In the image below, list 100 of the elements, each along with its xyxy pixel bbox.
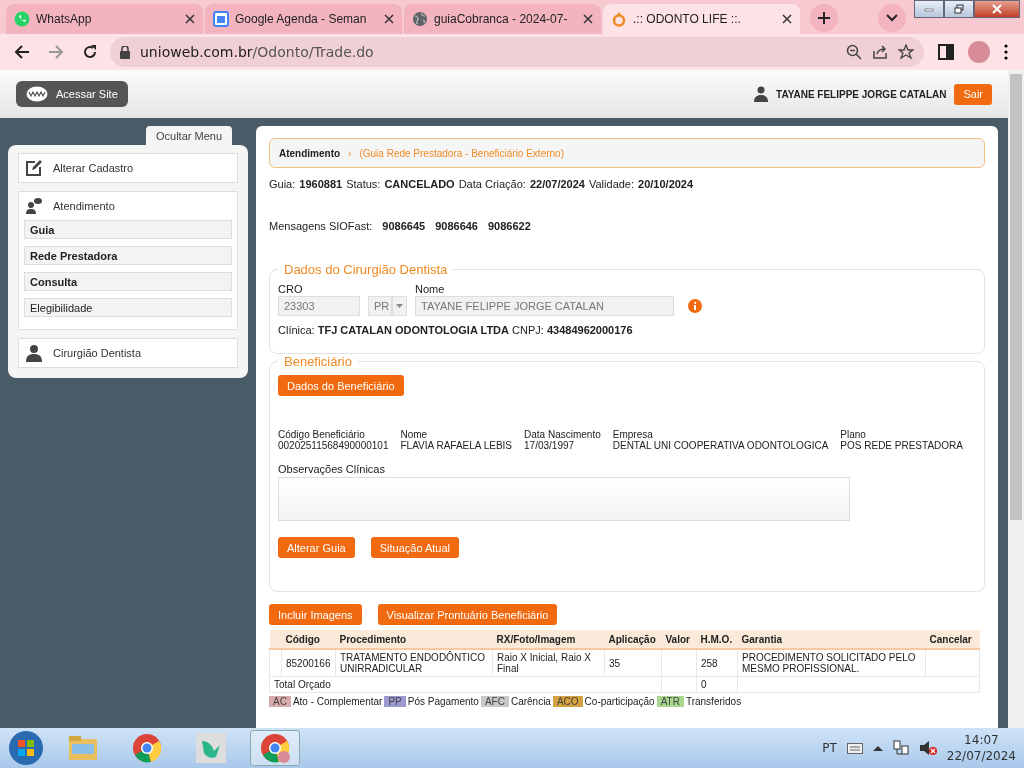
site-button[interactable]: Acessar Site [16,81,128,107]
forward-arrow-icon [48,44,64,60]
field-label: CNPJ: [512,324,544,336]
new-tab-button[interactable] [810,4,838,32]
globe-icon [412,11,428,27]
column-header: Procedimento [335,630,493,649]
table-cell: PROCEDIMENTO SOLICITADO PELO MESMO PROFISSIONAL. [737,649,926,677]
cnpj-value: 43484962000176 [546,324,633,336]
summary-value: CANCELADO [384,178,455,190]
tab-search-button[interactable] [878,4,906,32]
dropdown-caret-icon [396,304,403,308]
field-value: POS REDE PRESTADORA [840,440,963,451]
browser-tab[interactable]: Google Agenda - Seman [205,4,402,34]
language-indicator[interactable]: PT [822,741,837,755]
field-label: CRO [278,283,304,295]
reload-icon [82,44,98,60]
user-name: TAYANE FELIPPE JORGE CATALAN [776,88,947,100]
muted-speaker-icon[interactable] [918,740,937,756]
breadcrumb-separator: › [348,147,352,159]
browser-tab[interactable]: .:: ODONTO LIFE ::. [603,4,800,34]
table-cell: Raio X Inicial, Raio X Final [492,649,605,677]
table-cell: TRATAMENTO ENDODÔNTICO UNIRRADICULAR [335,649,493,677]
clock-date[interactable]: 22/07/2024 [946,748,1016,764]
browser-tab[interactable]: WhatsApp [6,4,203,34]
breadcrumb-section: Atendimento [279,147,341,159]
legend-label: Transferidos [685,696,742,707]
field-value: DENTAL UNI COOPERATIVA ODONTOLOGICA [612,440,829,451]
chevron-down-icon [886,14,898,22]
table-cell: 35 [604,649,662,677]
summary-value: 20/10/2024 [638,178,694,190]
back-arrow-icon [14,44,30,60]
ring-icon [611,11,627,27]
field-label: Nome [400,429,429,440]
start-button[interactable] [8,730,44,766]
field-label: Observações Clínicas [278,463,385,475]
legend-label: Co-participação [584,696,655,707]
share-icon[interactable] [872,44,888,60]
close-icon[interactable] [583,14,593,24]
column-header: Garantia [737,630,926,649]
hide-menu-tab[interactable]: Ocultar Menu [145,126,232,145]
total-label: Total Orçado [269,676,662,693]
legend-tag: AC [269,696,291,707]
section-title: Dados do Cirurgião Dentista [283,262,449,277]
close-icon[interactable] [185,14,195,24]
sidebar-item[interactable]: Cirurgião Dentista [19,339,237,367]
chevron-up-icon[interactable] [872,745,883,751]
globe-badge-icon [26,86,48,102]
user-icon [754,86,769,102]
address-bar[interactable]: unioweb.com.br/Odonto/Trade.do [110,37,924,67]
legend-label: Pós Pagamento [407,696,479,707]
column-header: Valor [661,630,697,649]
scrollbar[interactable] [1008,70,1024,728]
field-label: Nome [415,283,446,295]
submenu-item[interactable]: Guia [24,220,232,239]
side-panel-icon[interactable] [938,44,954,60]
zoom-out-icon[interactable] [846,44,862,60]
summary-label: Data Criação: [458,178,526,190]
restore-button[interactable] [944,0,974,18]
notes-field[interactable] [278,477,850,521]
sidebar-item[interactable]: Alterar Cadastro [19,154,237,182]
sidebar-item[interactable]: Atendimento [19,192,237,220]
keyboard-icon[interactable] [846,742,863,754]
column-header: Cancelar [925,630,980,649]
info-icon[interactable] [688,299,702,313]
table-cell: 85200166 [281,649,336,677]
table-cell: 258 [696,649,738,677]
breadcrumb-path: (Guia Rede Prestadora - Beneficiário Externo) [359,147,564,159]
menu-icon[interactable] [1004,44,1008,60]
minimize-button[interactable] [914,0,944,18]
summary-value: 1960881 [299,178,343,190]
legend-tag: ACO [552,696,583,707]
legend-label: Carência [510,696,551,707]
column-header: RX/Foto/Imagem [492,630,605,649]
close-icon[interactable] [782,14,792,24]
summary-label: Status: [346,178,381,190]
legend-tag: AFC [480,696,509,707]
edit-icon [25,159,43,177]
summary-label: Guia: [269,178,296,190]
field-label: Plano [840,429,867,440]
close-button[interactable] [974,0,1020,18]
network-icon[interactable] [892,740,909,756]
close-icon[interactable] [384,14,394,24]
calendar-icon [213,11,229,27]
section-title: Beneficiário [283,354,353,369]
cro-field[interactable]: 23303 [278,296,360,316]
summary-label: Validade: [589,178,635,190]
restore-icon [954,4,964,14]
message-code: 9086645 [382,220,426,232]
browser-tab[interactable]: guiaCobranca - 2024-07- [404,4,601,34]
submenu-item[interactable]: Rede Prestadora [24,246,232,265]
plus-icon [817,11,831,25]
taskbar-browser-icon[interactable] [250,730,300,766]
submenu-item[interactable]: Elegibilidade [24,298,232,317]
name-field[interactable]: TAYANE FELIPPE JORGE CATALAN [415,296,674,316]
column-header: Aplicação [604,630,662,649]
messages-label: Mensagens SIOFast: [269,220,373,232]
column-header: Código [281,630,336,649]
submenu-item[interactable]: Consulta [24,272,232,291]
clock-time[interactable]: 14:07 [946,732,1016,748]
star-icon[interactable] [898,44,914,60]
